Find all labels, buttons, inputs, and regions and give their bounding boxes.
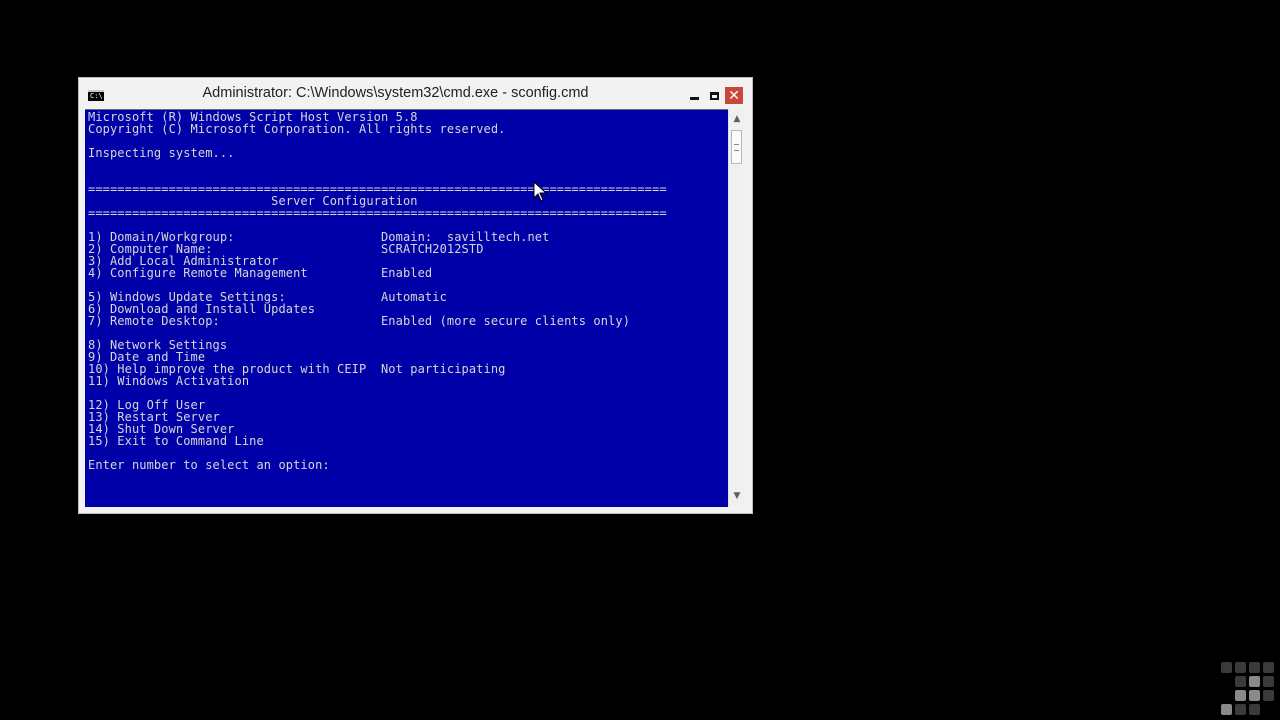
console-line: Copyright (C) Microsoft Corporation. All… — [88, 122, 506, 136]
scroll-down-button[interactable]: ▼ — [729, 488, 745, 504]
console-line: 4) Configure Remote Management Enabled — [88, 266, 433, 280]
console-line: 15) Exit to Command Line — [88, 434, 264, 448]
minimize-icon — [689, 96, 699, 100]
console-line: ========================================… — [88, 206, 667, 220]
console-line: Inspecting system... — [88, 146, 235, 160]
scroll-thumb[interactable] — [731, 130, 742, 164]
minimize-button[interactable] — [685, 87, 703, 104]
close-button[interactable]: ✕ — [725, 87, 743, 104]
grip-icon — [734, 143, 739, 151]
cmd-window[interactable]: C:\ Administrator: C:\Windows\system32\c… — [78, 77, 753, 514]
close-icon: ✕ — [728, 87, 740, 104]
logo-grid-icon — [1219, 660, 1279, 720]
console-line: Enter number to select an option: — [88, 458, 330, 472]
mouse-pointer-icon — [533, 181, 548, 202]
chevron-up-icon: ▲ — [733, 114, 741, 124]
maximize-button[interactable] — [705, 87, 723, 104]
scroll-up-button[interactable]: ▲ — [729, 111, 745, 127]
console-line: 7) Remote Desktop: Enabled (more secure … — [88, 314, 631, 328]
vertical-scrollbar[interactable]: ▲ ▼ — [728, 109, 744, 506]
title-bar[interactable]: C:\ Administrator: C:\Windows\system32\c… — [79, 78, 752, 110]
console-line: 11) Windows Activation — [88, 374, 250, 388]
console-output: Microsoft (R) Windows Script Host Versio… — [88, 111, 667, 471]
window-title: Administrator: C:\Windows\system32\cmd.e… — [202, 85, 589, 101]
console-area[interactable]: Microsoft (R) Windows Script Host Versio… — [85, 109, 728, 507]
maximize-icon — [709, 91, 719, 100]
chevron-down-icon: ▼ — [733, 491, 741, 501]
